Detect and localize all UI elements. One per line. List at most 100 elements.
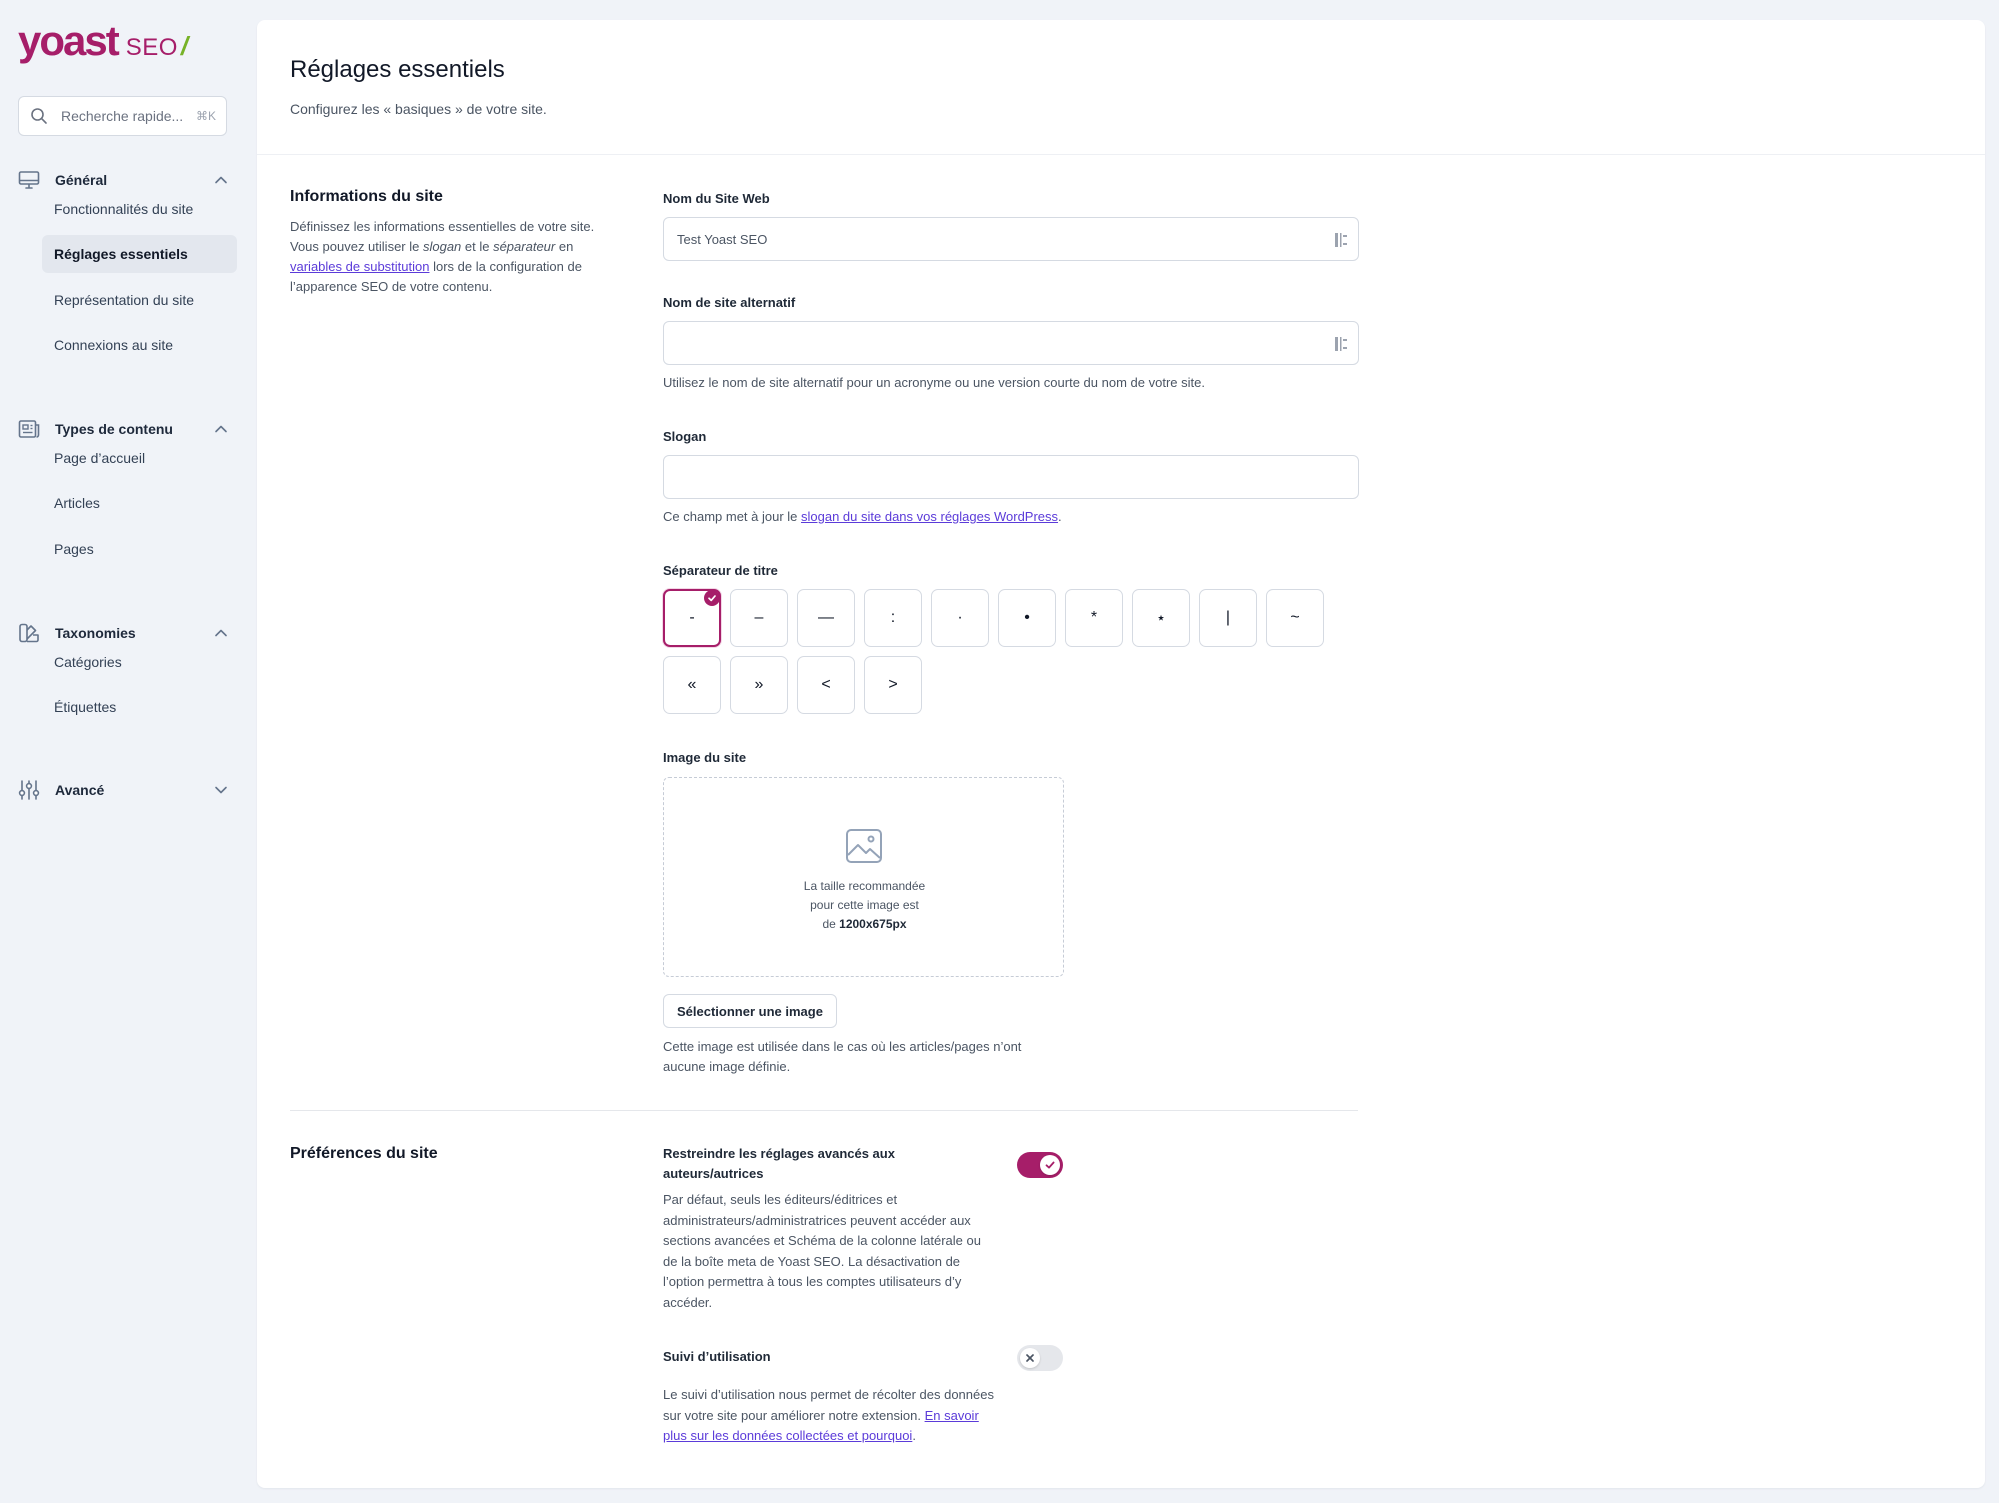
- separator-symbol: ⋆: [1155, 610, 1166, 627]
- logo-seo: SEO: [125, 34, 178, 61]
- separator-option[interactable]: *: [1065, 589, 1123, 647]
- sidebar-item-pages[interactable]: Pages: [42, 530, 237, 568]
- select-image-button[interactable]: Sélectionner une image: [663, 994, 837, 1028]
- tagline-input[interactable]: [663, 455, 1359, 499]
- hint-size: 1200x675px: [839, 917, 907, 931]
- tagline-help: Ce champ met à jour le slogan du site da…: [663, 509, 1062, 524]
- desc-text: en: [555, 239, 574, 254]
- hint-line: La taille recommandée: [803, 879, 926, 893]
- search-input[interactable]: Recherche rapide...: [61, 108, 196, 124]
- site-name-input[interactable]: Test Yoast SEO: [663, 217, 1359, 261]
- desktop-icon: [18, 171, 40, 189]
- nav-group-label: Types de contenu: [55, 421, 173, 437]
- restrict-advanced-toggle[interactable]: [1017, 1152, 1063, 1178]
- restrict-advanced-label: Restreindre les réglages avancés aux aut…: [663, 1146, 895, 1181]
- sidebar-item-articles[interactable]: Articles: [42, 484, 237, 522]
- settings-card: Réglages essentiels Configurez les « bas…: [257, 20, 1985, 1488]
- variable-insert-icon[interactable]: [1334, 231, 1348, 249]
- section-divider: [290, 1110, 1358, 1111]
- separator-option[interactable]: <: [797, 656, 855, 714]
- separator-option[interactable]: >: [864, 656, 922, 714]
- separator-symbol: •: [1024, 609, 1030, 626]
- separator-option[interactable]: «: [663, 656, 721, 714]
- separator-symbol: :: [890, 609, 896, 626]
- site-name-label: Nom du Site Web: [663, 191, 770, 206]
- page-subtitle: Configurez les « basiques » de votre sit…: [290, 101, 547, 117]
- site-image-label: Image du site: [663, 750, 747, 765]
- separator-option[interactable]: :: [864, 589, 922, 647]
- separator-symbol: ·: [957, 609, 963, 626]
- section-desc-site-info: Définissez les informations essentielles…: [290, 217, 615, 297]
- help-text: .: [1058, 509, 1062, 524]
- section-title-preferences: Préférences du site: [290, 1145, 438, 1162]
- alt-name-input[interactable]: [663, 321, 1359, 365]
- photo-icon: [846, 829, 882, 863]
- desc-emph-separator: séparateur: [493, 239, 556, 254]
- nav-group-taxonomies-toggle[interactable]: Taxonomies: [18, 621, 238, 645]
- variable-insert-icon[interactable]: [1334, 335, 1348, 353]
- search-shortcut: ⌘K: [195, 109, 216, 123]
- sidebar-item-connexions[interactable]: Connexions au site: [42, 326, 237, 364]
- help-text: Ce champ met à jour le: [663, 509, 802, 524]
- page-title: Réglages essentiels: [290, 56, 505, 83]
- nav-group-advanced: Avancé: [18, 778, 238, 802]
- separator-symbol: —: [818, 609, 834, 626]
- x-icon: [1026, 1354, 1034, 1362]
- alt-name-help: Utilisez le nom de site alternatif pour …: [663, 375, 1205, 390]
- nav-group-advanced-toggle[interactable]: Avancé: [18, 778, 238, 802]
- site-image-help: Cette image est utilisée dans le cas où …: [663, 1039, 1022, 1074]
- usage-tracking-toggle[interactable]: [1017, 1345, 1063, 1371]
- check-icon: [1045, 1161, 1055, 1169]
- nav-group-label: Taxonomies: [55, 625, 136, 641]
- quick-search[interactable]: Recherche rapide... ⌘K: [18, 96, 227, 136]
- nav-group-taxonomies: Taxonomies Catégories Étiquettes: [18, 621, 238, 715]
- toggle-knob: [1040, 1155, 1060, 1175]
- desc-emph-slogan: slogan: [422, 239, 462, 254]
- separator-symbol: «: [687, 676, 697, 693]
- chevron-up-icon: [215, 629, 227, 637]
- chevron-down-icon: [215, 786, 227, 794]
- sidebar: yoast SEO / Recherche rapide... ⌘K Génér…: [0, 0, 256, 1503]
- nav-group-general: Général Fonctionnalités du site Réglages…: [18, 168, 238, 353]
- logo-wordmark: yoast: [18, 17, 120, 64]
- restrict-advanced-desc: Par défaut, seuls les éditeurs/éditrices…: [663, 1192, 981, 1310]
- separator-option[interactable]: ⋆: [1132, 589, 1190, 647]
- nav-group-general-toggle[interactable]: Général: [18, 168, 238, 192]
- separator-option[interactable]: —: [797, 589, 855, 647]
- sidebar-item-page-accueil[interactable]: Page d’accueil: [42, 439, 237, 477]
- separator-symbol: –: [754, 609, 764, 626]
- sidebar-item-representation[interactable]: Représentation du site: [42, 281, 237, 319]
- chevron-up-icon: [215, 176, 227, 184]
- separator-option[interactable]: ·: [931, 589, 989, 647]
- sidebar-item-fonctionnalites[interactable]: Fonctionnalités du site: [42, 190, 237, 228]
- separator-option[interactable]: -: [663, 589, 721, 647]
- separator-option[interactable]: ~: [1266, 589, 1324, 647]
- site-image-dropzone[interactable]: La taille recommandée pour cette image e…: [663, 777, 1064, 977]
- image-size-hint: La taille recommandée pour cette image e…: [664, 877, 1065, 934]
- separator-symbol: -: [689, 609, 695, 626]
- substitution-variables-link[interactable]: variables de substitution: [290, 259, 429, 274]
- separator-option[interactable]: |: [1199, 589, 1257, 647]
- sidebar-item-etiquettes[interactable]: Étiquettes: [42, 688, 237, 726]
- sidebar-item-reglages-essentiels[interactable]: Réglages essentiels: [42, 235, 237, 273]
- adjustments-icon: [18, 780, 40, 800]
- separator-symbol: <: [821, 676, 831, 693]
- nav-group-content-types-toggle[interactable]: Types de contenu: [18, 417, 238, 441]
- newspaper-icon: [18, 420, 40, 438]
- alt-name-label: Nom de site alternatif: [663, 295, 796, 310]
- sidebar-item-categories[interactable]: Catégories: [42, 643, 237, 681]
- separator-option[interactable]: »: [730, 656, 788, 714]
- logo-slash: /: [180, 31, 189, 61]
- separator-label: Séparateur de titre: [663, 563, 778, 578]
- site-name-value: Test Yoast SEO: [677, 231, 768, 247]
- chevron-up-icon: [215, 425, 227, 433]
- header-divider: [257, 154, 1985, 155]
- usage-tracking-label: Suivi d’utilisation: [663, 1349, 771, 1364]
- section-title-site-info: Informations du site: [290, 188, 443, 205]
- separator-option[interactable]: •: [998, 589, 1056, 647]
- separator-symbol: >: [888, 676, 898, 693]
- color-swatch-icon: [19, 623, 39, 643]
- separator-option[interactable]: –: [730, 589, 788, 647]
- yoast-logo[interactable]: yoast SEO /: [18, 18, 188, 64]
- wordpress-tagline-link[interactable]: slogan du site dans vos réglages WordPre…: [801, 509, 1058, 524]
